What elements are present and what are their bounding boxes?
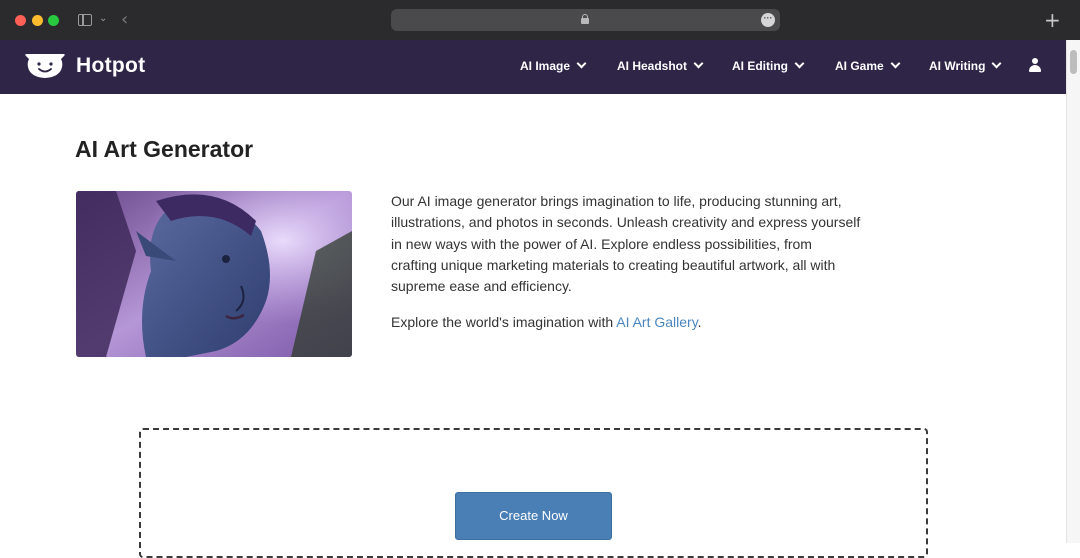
chevron-down-icon: [794, 58, 805, 69]
create-now-button[interactable]: Create Now: [455, 492, 612, 540]
user-account-icon[interactable]: [1029, 58, 1041, 74]
nav-ai-headshot[interactable]: AI Headshot: [617, 58, 704, 73]
hotpot-logo-icon[interactable]: [24, 53, 66, 79]
chevron-down-icon: [991, 58, 1002, 69]
back-arrow-icon[interactable]: ‹: [121, 9, 128, 30]
chevron-down-icon: [890, 58, 901, 69]
lock-icon: [581, 14, 589, 24]
chevron-down-icon: [693, 58, 704, 69]
explore-text: Explore the world's imagination with AI …: [391, 312, 702, 333]
address-bar[interactable]: ···: [391, 9, 780, 31]
description-text: Our AI image generator brings imaginatio…: [391, 193, 861, 295]
nav-ai-image[interactable]: AI Image: [520, 58, 587, 73]
site-header: Hotpot AI Image AI Headshot AI Editing A…: [0, 40, 1066, 94]
ai-art-gallery-link[interactable]: AI Art Gallery: [616, 314, 697, 330]
minimize-window-button[interactable]: [32, 15, 43, 26]
chevron-down-icon[interactable]: ⌄: [99, 13, 107, 24]
page-title: AI Art Generator: [75, 136, 254, 162]
nav-ai-writing[interactable]: AI Writing: [929, 58, 1002, 73]
hero-image: [76, 191, 352, 357]
more-options-icon[interactable]: ···: [761, 13, 775, 27]
sidebar-toggle-icon[interactable]: [78, 14, 92, 26]
nav-ai-game[interactable]: AI Game: [835, 58, 901, 73]
nav-ai-editing[interactable]: AI Editing: [732, 58, 805, 73]
scrollbar[interactable]: [1066, 40, 1080, 543]
chevron-down-icon: [576, 58, 587, 69]
new-tab-icon[interactable]: +: [1044, 8, 1061, 32]
close-window-button[interactable]: [15, 15, 26, 26]
explore-prefix: Explore the world's imagination with: [391, 314, 617, 330]
brand-name[interactable]: Hotpot: [76, 54, 145, 78]
scrollbar-thumb[interactable]: [1070, 50, 1077, 74]
explore-suffix: .: [697, 314, 702, 330]
zoom-window-button[interactable]: [48, 15, 59, 26]
browser-toolbar: ⌄ ‹ ··· +: [0, 0, 1080, 40]
